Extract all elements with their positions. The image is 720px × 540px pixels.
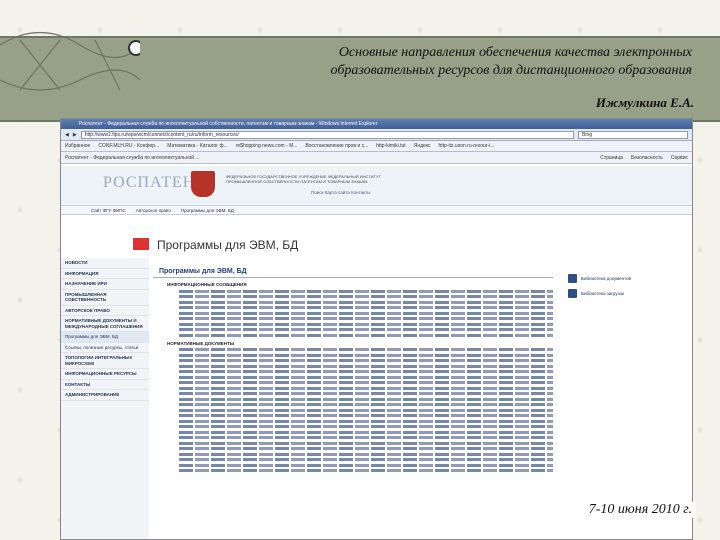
text-line <box>179 359 553 362</box>
text-line <box>179 370 553 373</box>
text-line <box>179 425 553 428</box>
site-header: РОСПАТЕНТ ФЕДЕРАЛЬНОЕ ГОСУДАРСТВЕННОЕ УЧ… <box>61 166 692 206</box>
sidebar-item[interactable]: АВТОРСКОЕ ПРАВО <box>61 306 149 316</box>
main-content: Программы для ЭВМ, БД ИНФОРМАЦИОННЫЕ СОО… <box>153 266 553 539</box>
slide-date: 7-10 июня 2010 г. <box>584 502 696 518</box>
slide-title: Основные направления обеспечения качеств… <box>330 45 692 78</box>
favorite-link[interactable]: CONF.MLH.RU - Конфер... <box>98 143 159 149</box>
text-line <box>179 441 553 445</box>
sidebar-item[interactable]: НОВОСТИ <box>61 258 149 269</box>
nav-item[interactable]: Авторское право <box>136 206 171 214</box>
tab-active[interactable]: Роспатент - Федеральная служба по интелл… <box>65 155 200 161</box>
sidebar-item-active[interactable]: Программы для ЭВМ, БД <box>61 332 149 343</box>
sidebar-item[interactable]: КОНТАКТЫ <box>61 380 149 390</box>
sidebar-item[interactable]: ПРОМЫШЛЕННАЯ СОБСТВЕННОСТЬ <box>61 290 149 306</box>
bullet-icon <box>128 40 140 56</box>
url-input[interactable]: http://www1.fips.ru/wps/wcm/connect/cont… <box>80 130 574 139</box>
text-line <box>179 295 553 298</box>
text-line <box>179 414 553 417</box>
search-input[interactable]: Bing <box>578 130 688 139</box>
page-title: Программы для ЭВМ, БД <box>157 238 299 252</box>
text-line <box>179 447 553 450</box>
text-line <box>179 436 553 439</box>
section-heading: ИНФОРМАЦИОННЫЕ СООБЩЕНИЯ <box>167 282 247 287</box>
text-line <box>179 458 553 461</box>
site-nav: Сайт ФГУ ФИПС Авторское право Программы … <box>61 206 692 215</box>
text-line <box>179 311 553 315</box>
text-line <box>179 364 553 368</box>
text-line <box>179 333 553 337</box>
browser-screenshot: Роспатент - Федеральная служба по интелл… <box>60 118 693 540</box>
web-page: РОСПАТЕНТ ФЕДЕРАЛЬНОЕ ГОСУДАРСТВЕННОЕ УЧ… <box>61 166 692 539</box>
tools-menu[interactable]: Сервис <box>671 155 688 161</box>
text-line <box>179 381 553 384</box>
nav-item[interactable]: Сайт ФГУ ФИПС <box>91 206 126 214</box>
download-icon <box>568 289 577 298</box>
text-line <box>179 392 553 395</box>
text-line <box>179 322 553 326</box>
sidebar-item[interactable]: ИНФОРМАЦИОННЫЕ РЕСУРСЫ <box>61 369 149 380</box>
text-line <box>179 306 553 309</box>
text-line <box>179 289 553 293</box>
favorite-link[interactable]: Математика - Каталог ф... <box>167 143 227 149</box>
window-title: Роспатент - Федеральная служба по интелл… <box>61 119 692 129</box>
text-line <box>179 353 553 357</box>
favorite-link[interactable]: http-itz.uson.ru-resour-i... <box>439 143 495 149</box>
sidebar: НОВОСТИ ИНФОРМАЦИЯ НАЗНАЧЕНИЕ ИРИ ПРОМЫШ… <box>61 258 149 539</box>
favorite-link[interactable]: Яндекс <box>414 143 431 149</box>
sidebar-item[interactable]: АДМИНИСТРИРОВАНИЕ <box>61 390 149 401</box>
sidebar-item[interactable]: ИНФОРМАЦИЯ <box>61 269 149 279</box>
favorite-link[interactable]: Восстановление пров и с... <box>305 143 368 149</box>
text-line <box>179 408 553 412</box>
text-line <box>179 300 553 304</box>
sidebar-item[interactable]: НОРМАТИВНЫЕ ДОКУМЕНТЫ И МЕЖДУНАРОДНЫЕ СО… <box>61 316 149 332</box>
text-line <box>179 375 553 379</box>
text-line <box>179 430 553 434</box>
emblem-icon <box>191 171 215 197</box>
document-icon <box>568 274 577 283</box>
text-line <box>179 463 553 467</box>
text-line <box>179 328 553 331</box>
org-name: ФЕДЕРАЛЬНОЕ ГОСУДАРСТВЕННОЕ УЧРЕЖДЕНИЕ Ф… <box>226 174 381 184</box>
sidebar-item[interactable]: НАЗНАЧЕНИЕ ИРИ <box>61 279 149 290</box>
content-title: Программы для ЭВМ, БД <box>153 266 553 278</box>
right-panel: Библиотека документов Библиотека загрузо… <box>568 274 678 304</box>
favorites-bar: Избранное CONF.MLH.RU - Конфер... Матема… <box>61 141 692 152</box>
forward-icon[interactable]: ▶ <box>73 132 77 138</box>
text-line <box>179 386 553 390</box>
section-heading: НОРМАТИВНЫЕ ДОКУМЕНТЫ <box>167 340 235 346</box>
text-line <box>179 419 553 423</box>
text-line <box>179 397 553 401</box>
text-line <box>179 348 553 351</box>
text-line <box>179 469 553 472</box>
favorites-label[interactable]: Избранное <box>65 143 90 149</box>
text-line <box>179 452 553 456</box>
section-icon <box>133 238 149 250</box>
favorite-link[interactable]: http-kimiki.tut <box>376 143 405 149</box>
right-link-label: Библиотека загрузок <box>581 291 625 296</box>
back-icon[interactable]: ◀ <box>65 132 69 138</box>
sidebar-item[interactable]: Ссылки, полезные ресурсы, статьи <box>61 343 149 353</box>
right-link-label: Библиотека документов <box>581 276 632 281</box>
favorite-link[interactable]: re$hopping news.com - M... <box>236 143 298 149</box>
security-menu[interactable]: Безопасность <box>631 155 663 161</box>
tab-bar: Роспатент - Федеральная служба по интелл… <box>61 152 692 164</box>
library-downloads-link[interactable]: Библиотека загрузок <box>568 289 678 298</box>
page-menu[interactable]: Страница <box>600 155 623 161</box>
text-line <box>179 317 553 320</box>
top-links[interactable]: Поиск Карта сайта Контакты <box>311 190 370 195</box>
nav-item[interactable]: Программы для ЭВМ, БД <box>181 206 234 214</box>
author-name: Ижмулкина Е.А. <box>595 95 694 110</box>
address-bar: ◀ ▶ http://www1.fips.ru/wps/wcm/connect/… <box>61 129 692 141</box>
library-documents-link[interactable]: Библиотека документов <box>568 274 678 283</box>
text-line <box>179 403 553 406</box>
sidebar-item[interactable]: ТОПОЛОГИИ ИНТЕГРАЛЬНЫХ МИКРОСХЕМ <box>61 353 149 369</box>
ornament-decoration <box>0 31 140 91</box>
